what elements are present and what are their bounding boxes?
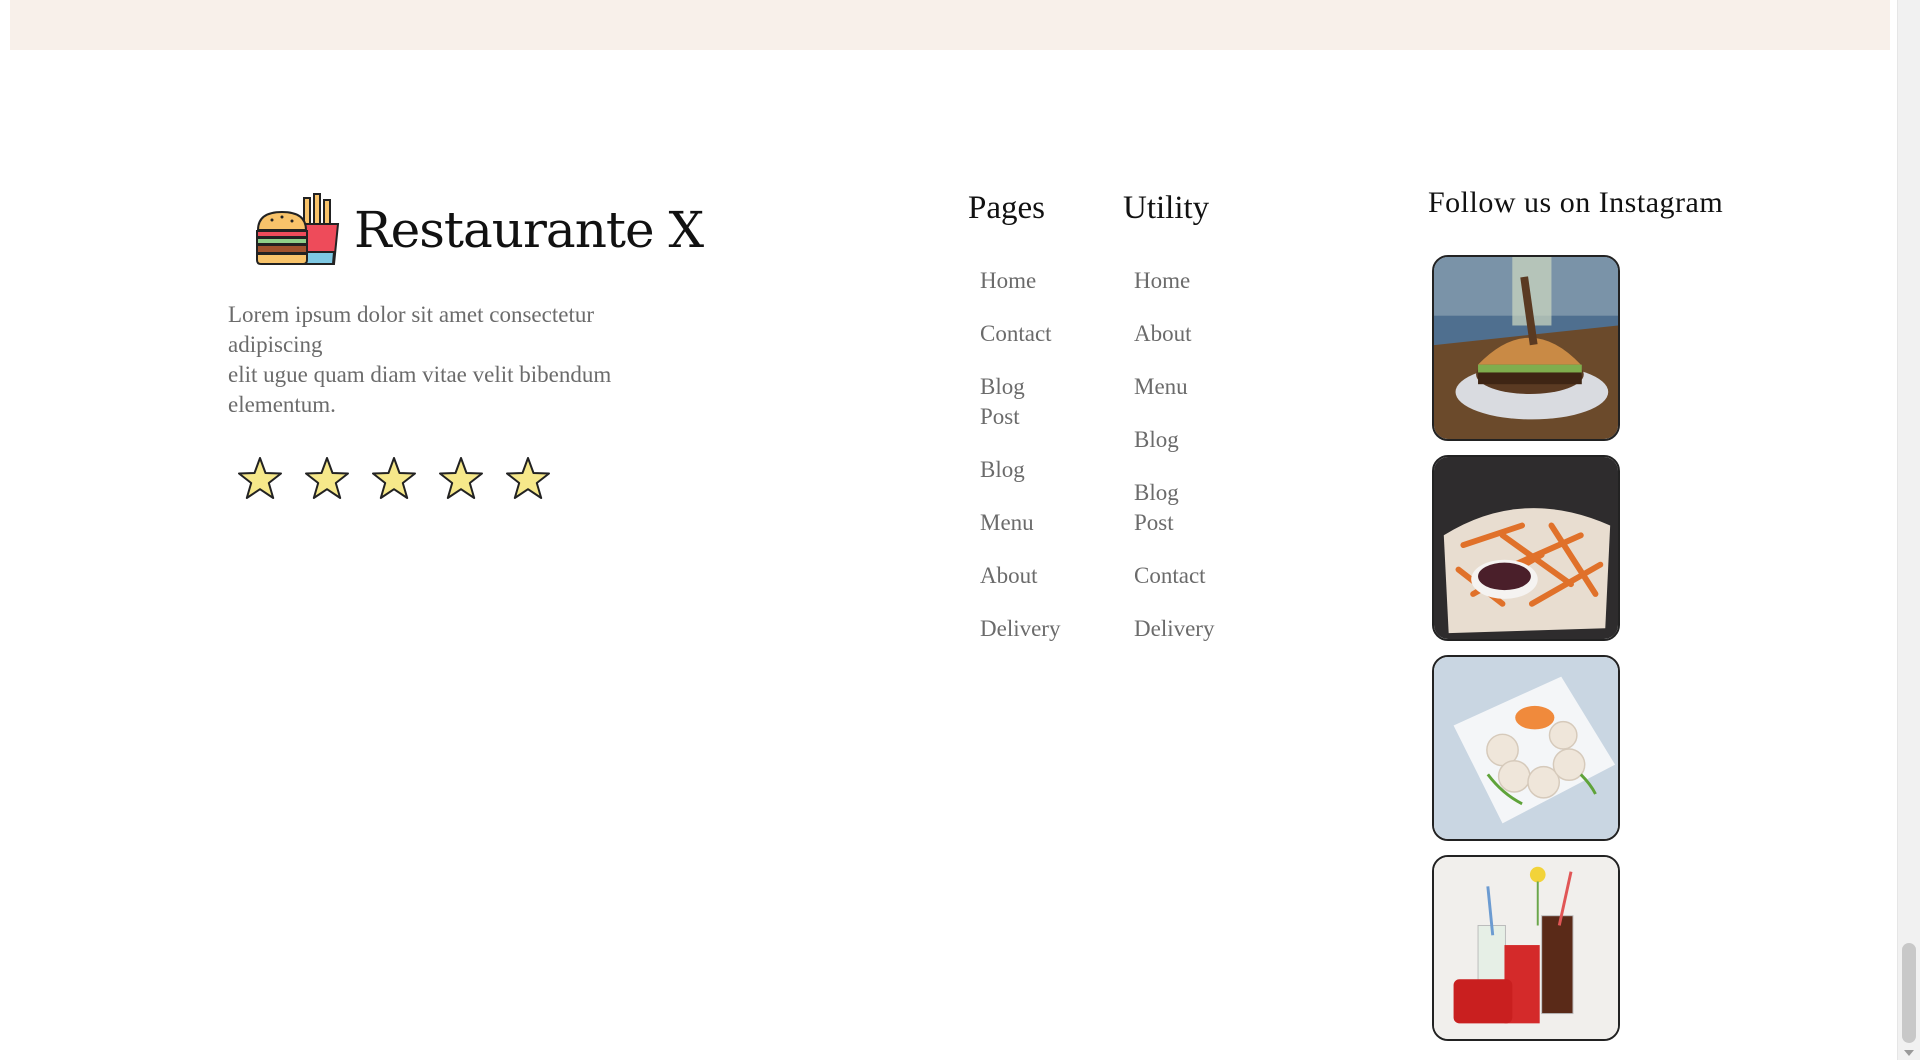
- utility-links: Home About Menu Blog Blog Post Contact D…: [1134, 266, 1234, 667]
- pages-link-blog-post[interactable]: Blog Post: [980, 372, 1040, 432]
- description-line-1: Lorem ipsum dolor sit amet consectetur a…: [228, 302, 594, 357]
- brand-logo[interactable]: Restaurante X: [254, 190, 704, 270]
- burger-fries-icon: [256, 193, 340, 265]
- star-icon: [506, 457, 550, 499]
- pages-links: Home Contact Blog Post Blog Menu About D…: [980, 266, 1080, 667]
- utility-heading: Utility: [1123, 190, 1210, 226]
- instagram-image-cola[interactable]: [1432, 855, 1620, 1041]
- brand-name: Restaurante X: [354, 201, 704, 259]
- star-icon: [372, 457, 416, 499]
- pages-link-about[interactable]: About: [980, 561, 1080, 591]
- scroll-down-icon[interactable]: [1904, 1050, 1914, 1056]
- utility-link-menu[interactable]: Menu: [1134, 372, 1234, 402]
- instagram-image-burger[interactable]: [1432, 255, 1620, 441]
- utility-link-home[interactable]: Home: [1134, 266, 1234, 296]
- utility-link-blog-post[interactable]: Blog Post: [1134, 478, 1194, 538]
- star-icon: [238, 457, 282, 499]
- description-line-2: elit ugue quam diam vitae velit bibendum…: [228, 362, 612, 417]
- pages-heading: Pages: [968, 190, 1045, 226]
- instagram-gallery: [1432, 255, 1620, 1055]
- star-icon: [305, 457, 349, 499]
- star-icon: [439, 457, 483, 499]
- rating-stars: [236, 455, 571, 503]
- scrollbar-thumb[interactable]: [1902, 943, 1916, 1043]
- instagram-image-dumplings[interactable]: [1432, 655, 1620, 841]
- scrollbar[interactable]: [1897, 0, 1920, 1060]
- pages-link-contact[interactable]: Contact: [980, 319, 1080, 349]
- pages-link-home[interactable]: Home: [980, 266, 1080, 296]
- utility-link-delivery[interactable]: Delivery: [1134, 614, 1234, 644]
- instagram-heading: Follow us on Instagram: [1428, 186, 1724, 219]
- utility-link-blog[interactable]: Blog: [1134, 425, 1234, 455]
- utility-link-contact[interactable]: Contact: [1134, 561, 1234, 591]
- header-band: [10, 0, 1890, 50]
- pages-link-delivery[interactable]: Delivery: [980, 614, 1080, 644]
- pages-link-blog[interactable]: Blog: [980, 455, 1080, 485]
- footer-description: Lorem ipsum dolor sit amet consectetur a…: [228, 300, 678, 420]
- instagram-image-fries[interactable]: [1432, 455, 1620, 641]
- pages-link-menu[interactable]: Menu: [980, 508, 1080, 538]
- utility-link-about[interactable]: About: [1134, 319, 1234, 349]
